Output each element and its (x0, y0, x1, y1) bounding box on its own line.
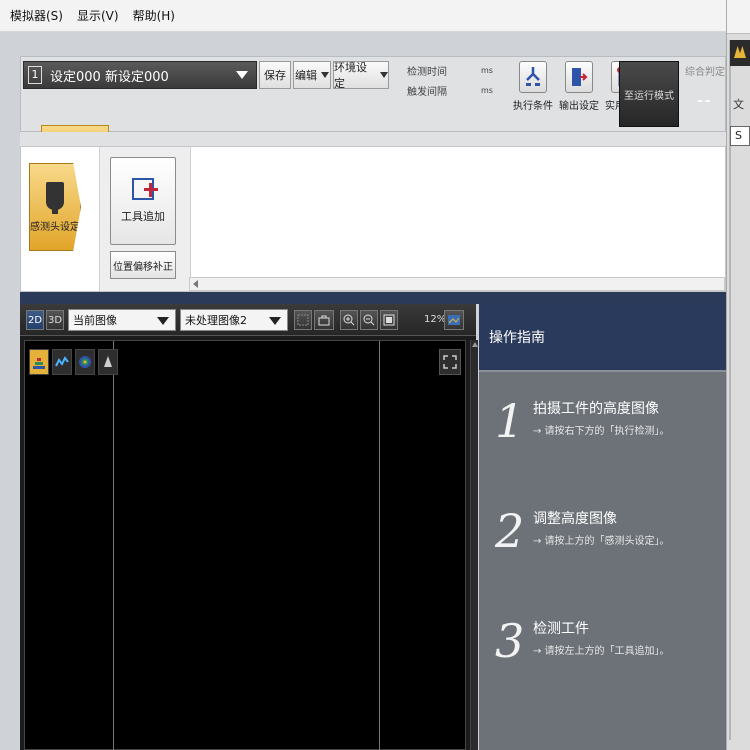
menu-view[interactable]: 显示(V) (77, 7, 119, 24)
image-lock-icon[interactable] (314, 310, 334, 330)
setting-selector[interactable]: 1 设定000 新设定000 (23, 61, 257, 89)
guide-step-3: 3 检测工件 → 请按左上方的「工具追加」。 (495, 614, 670, 668)
height-map-icon[interactable] (29, 349, 49, 375)
raw-image-select[interactable]: 未处理图像2 (180, 309, 288, 331)
right-strip-label: 文 (733, 98, 744, 111)
guide-title: 操作指南 (479, 304, 726, 370)
menu-help[interactable]: 帮助(H) (133, 7, 175, 24)
overall-judgment-value: -- (697, 93, 713, 109)
vertical-scrollbar[interactable] (470, 340, 478, 750)
setting-label: 设定000 新设定000 (50, 69, 169, 85)
setting-number: 1 (28, 66, 42, 84)
fullscreen-icon[interactable] (439, 349, 461, 375)
zoom-out-icon[interactable] (360, 310, 378, 330)
tool-buttons-group: 工具追加 位置偏移补正 (99, 147, 191, 291)
run-mode-button[interactable]: 至运行模式 (619, 61, 679, 127)
zoom-level: 12% (424, 314, 447, 325)
operation-guide-panel: 操作指南 1 拍摄工件的高度图像 → 请按右下方的「执行检测」。 2 调整高度图… (479, 304, 726, 750)
menu-bar: 模拟器(S) 显示(V) 帮助(H) (0, 0, 726, 32)
edit-menu-button[interactable]: 编辑 (293, 61, 331, 89)
image-canvas[interactable] (24, 340, 466, 750)
trigger-interval-label: 触发间隔 (407, 87, 447, 98)
horizontal-scrollbar[interactable] (189, 277, 725, 291)
output-icon (565, 61, 593, 93)
guide-step-1: 1 拍摄工件的高度图像 → 请按右下方的「执行检测」。 (495, 394, 670, 448)
fit-screen-icon[interactable] (380, 310, 398, 330)
tool-list-panel: 感测头设定 工具追加 位置偏移补正 (20, 146, 726, 292)
scroll-left-icon[interactable] (193, 280, 198, 288)
right-strip-box[interactable]: S (730, 126, 750, 146)
chevron-down-icon (380, 72, 388, 78)
detect-time-unit: ms (481, 66, 493, 75)
sensor-head-icon (46, 181, 64, 214)
chevron-down-icon (269, 317, 281, 325)
guide-step-2: 2 调整高度图像 → 请按上方的「感测头设定」。 (495, 504, 670, 558)
exec-condition-icon (519, 61, 547, 93)
zoom-in-icon[interactable] (340, 310, 358, 330)
env-settings-button[interactable]: 环境设定 (333, 61, 389, 90)
image-toolbar: 2D 3D 当前图像 未处理图像2 12% (20, 304, 476, 336)
exec-condition-button[interactable]: 执行条件 (511, 61, 555, 125)
position-correction-button[interactable]: 位置偏移补正 (110, 251, 176, 279)
profile-view-icon[interactable] (52, 349, 72, 375)
fit-region-icon[interactable] (294, 310, 312, 330)
detect-time-label: 检测时间 (407, 67, 447, 78)
right-neighbor-panel: 文 S (726, 0, 750, 750)
add-tool-icon (132, 178, 158, 200)
color-map-icon[interactable] (75, 349, 95, 375)
image-settings-icon[interactable] (444, 310, 464, 330)
light-source-icon[interactable] (98, 349, 118, 375)
output-settings-button[interactable]: 输出设定 (557, 61, 601, 125)
overall-judgment-label: 综合判定 (685, 67, 725, 78)
current-image-select[interactable]: 当前图像 (68, 309, 176, 331)
trigger-interval-unit: ms (481, 86, 493, 95)
view-2d-button[interactable]: 2D (26, 310, 44, 330)
control-bar: 1 设定000 新设定000 保存 编辑 环境设定 检测时间 ms 触发间隔 m… (20, 56, 726, 155)
chevron-down-icon (236, 71, 248, 79)
save-button[interactable]: 保存 (259, 61, 291, 89)
brand-logo-icon (730, 40, 750, 66)
chevron-down-icon (321, 72, 329, 78)
menu-simulator[interactable]: 模拟器(S) (10, 7, 63, 24)
main-window: 1 设定000 新设定000 保存 编辑 环境设定 检测时间 ms 触发间隔 m… (8, 34, 726, 750)
chevron-down-icon (157, 317, 169, 325)
add-tool-button[interactable]: 工具追加 (110, 157, 176, 245)
sensor-settings-button[interactable]: 感测头设定 (29, 163, 81, 251)
view-3d-button[interactable]: 3D (46, 310, 64, 330)
image-view-area: 2D 3D 当前图像 未处理图像2 12% (20, 304, 478, 750)
